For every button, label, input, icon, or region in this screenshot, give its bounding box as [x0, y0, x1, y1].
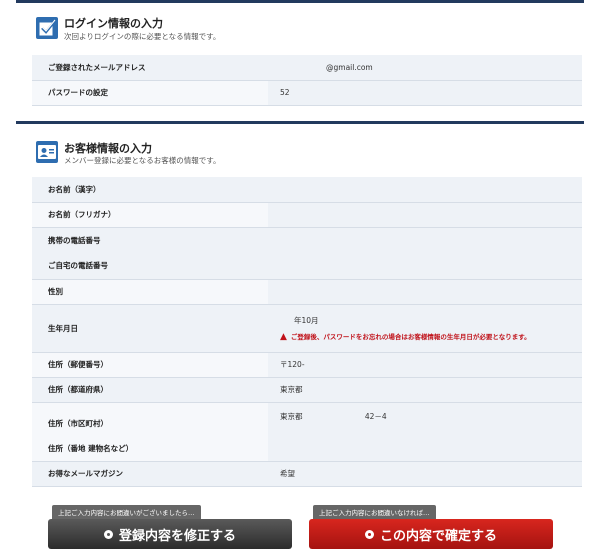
password-value: 52	[268, 80, 582, 106]
warning-icon: ▲	[280, 331, 287, 342]
row-value	[268, 177, 582, 203]
section-divider	[16, 0, 584, 3]
row-value	[268, 227, 582, 253]
confirm-note: 上記ご入力内容にお間違いなければ…	[313, 505, 436, 519]
row-value	[268, 279, 582, 305]
row-label: 性別	[32, 279, 268, 305]
confirm-action: 上記ご入力内容にお間違いなければ… この内容で確定する	[309, 505, 553, 549]
edit-registration-button[interactable]: 登録内容を修正する	[48, 519, 292, 549]
row-label: 生年月日	[32, 304, 268, 353]
email-value: @gmail.com	[268, 55, 582, 81]
table-row: お名前（漢字）	[32, 177, 582, 203]
confirm-button-label: この内容で確定する	[379, 528, 497, 544]
row-value	[268, 202, 582, 228]
address-labels: 住所（市区町村） 住所（番地 建物名など）	[32, 402, 268, 462]
newsletter-value: 希望	[268, 461, 582, 487]
customer-info-table: お名前（漢字） お名前（フリガナ） 携帯の電話番号 ご自宅の電話番号 性別 生年…	[32, 177, 582, 487]
row-label: ご自宅の電話番号	[32, 253, 268, 280]
row-label: お得なメールマガジン	[32, 461, 268, 487]
birthdate-cell: 年10月 ▲ ご登録後、パスワードをお忘れの場合はお客様情報の生年月日が必要とな…	[268, 304, 582, 353]
table-row: 携帯の電話番号	[32, 227, 582, 253]
table-row: お名前（フリガナ）	[32, 202, 582, 228]
edit-note: 上記ご入力内容にお間違いがございましたら…	[52, 505, 201, 519]
customer-section-title: お客様情報の入力	[64, 142, 152, 155]
street-value: 42－4	[364, 411, 387, 421]
confirmation-panel: ログイン情報の入力 次回よりログインの際に必要となる情報です。 ご登録されたメー…	[16, 0, 584, 552]
address-value: 東京都 42－4	[268, 402, 582, 462]
row-label: 住所（市区町村）	[48, 418, 108, 428]
section-divider	[16, 121, 584, 124]
table-row: パスワードの設定 52	[32, 80, 582, 106]
table-row: 生年月日 年10月 ▲ ご登録後、パスワードをお忘れの場合はお客様情報の生年月日…	[32, 304, 582, 353]
checkbox-icon	[36, 17, 58, 39]
row-value	[268, 253, 582, 280]
row-label: ご登録されたメールアドレス	[32, 55, 268, 81]
row-label: 住所（番地 建物名など）	[48, 443, 134, 453]
bullet-icon	[103, 529, 113, 539]
birthdate-warning: ▲ ご登録後、パスワードをお忘れの場合はお客様情報の生年月日が必要となります。	[280, 332, 582, 342]
edit-button-label: 登録内容を修正する	[118, 528, 236, 544]
row-label: 住所（郵便番号）	[32, 352, 268, 378]
table-row: お得なメールマガジン 希望	[32, 461, 582, 487]
confirm-registration-button[interactable]: この内容で確定する	[309, 519, 553, 549]
table-row: 住所（市区町村） 住所（番地 建物名など） 東京都 42－4	[32, 402, 582, 462]
row-label: お名前（フリガナ）	[32, 202, 268, 228]
login-section-title: ログイン情報の入力	[64, 17, 163, 30]
bullet-icon	[364, 529, 374, 539]
postal-code-value: 〒120-	[268, 352, 582, 378]
table-row: ご登録されたメールアドレス @gmail.com	[32, 55, 582, 81]
city-value: 東京都	[280, 411, 303, 421]
row-label: 携帯の電話番号	[32, 227, 268, 253]
birthdate-warning-text: ご登録後、パスワードをお忘れの場合はお客様情報の生年月日が必要となります。	[290, 332, 531, 341]
edit-action: 上記ご入力内容にお間違いがございましたら… 登録内容を修正する	[48, 505, 292, 549]
birthdate-value: 年10月	[294, 315, 319, 325]
row-label: パスワードの設定	[32, 80, 268, 106]
login-section-subtitle: 次回よりログインの際に必要となる情報です。	[64, 32, 221, 41]
login-info-table: ご登録されたメールアドレス @gmail.com パスワードの設定 52	[32, 55, 582, 106]
customer-section-subtitle: メンバー登録に必要となるお客様の情報です。	[64, 156, 221, 165]
table-row: 性別	[32, 279, 582, 305]
prefecture-value: 東京都	[268, 377, 582, 403]
id-card-icon	[36, 141, 58, 163]
row-label: 住所（都道府県）	[32, 377, 268, 403]
row-label: お名前（漢字）	[32, 177, 268, 203]
table-row: 住所（都道府県） 東京都	[32, 377, 582, 403]
table-row: ご自宅の電話番号	[32, 253, 582, 280]
table-row: 住所（郵便番号） 〒120-	[32, 352, 582, 378]
